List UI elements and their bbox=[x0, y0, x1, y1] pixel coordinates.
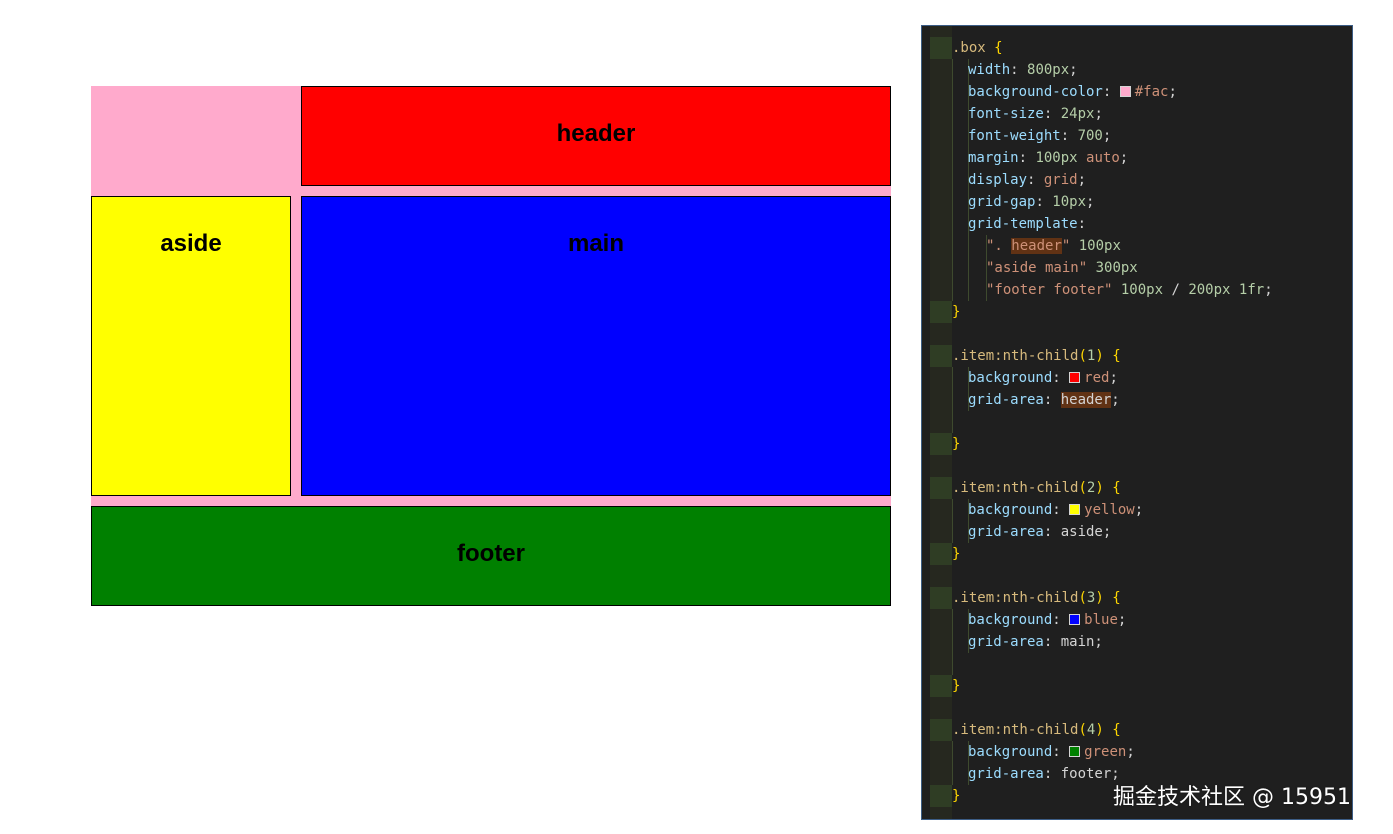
code-line: } bbox=[922, 301, 1352, 323]
color-swatch[interactable] bbox=[1069, 614, 1081, 625]
code-line: "footer footer" 100px / 200px 1fr; bbox=[922, 279, 1352, 301]
code-line: .item:nth-child(2) { bbox=[922, 477, 1352, 499]
code-line: .box { bbox=[922, 37, 1352, 59]
code-line: background-color: #fac; bbox=[922, 81, 1352, 103]
code-line: } bbox=[922, 675, 1352, 697]
grid-item-aside: aside bbox=[91, 196, 291, 496]
grid-item-header: header bbox=[301, 86, 891, 186]
code-line: font-size: 24px; bbox=[922, 103, 1352, 125]
indent-guide bbox=[952, 191, 953, 213]
indent-guide bbox=[952, 235, 953, 257]
grid-item-footer: footer bbox=[91, 506, 891, 606]
indent-guide bbox=[952, 609, 953, 631]
blank-line bbox=[922, 653, 1352, 675]
code-line: .item:nth-child(1) { bbox=[922, 345, 1352, 367]
line-highlight bbox=[930, 675, 952, 697]
line-highlight bbox=[930, 785, 952, 807]
indent-guide bbox=[952, 411, 953, 433]
color-swatch[interactable] bbox=[1069, 372, 1081, 383]
watermark: 掘金技术社区 @ 15951 bbox=[1113, 785, 1351, 810]
code-line: width: 800px; bbox=[922, 59, 1352, 81]
indent-guide bbox=[952, 741, 953, 763]
code-line: grid-template: bbox=[922, 213, 1352, 235]
line-highlight bbox=[930, 345, 952, 367]
color-swatch[interactable] bbox=[1119, 86, 1131, 97]
indent-guide bbox=[952, 631, 953, 653]
code-line: background: green; bbox=[922, 741, 1352, 763]
color-swatch[interactable] bbox=[1069, 504, 1081, 515]
code-line: margin: 100px auto; bbox=[922, 147, 1352, 169]
color-swatch[interactable] bbox=[1069, 746, 1081, 757]
code-line: grid-gap: 10px; bbox=[922, 191, 1352, 213]
indent-guide bbox=[968, 279, 969, 301]
code-lines: .box {width: 800px; background-color: #fa… bbox=[922, 37, 1352, 807]
code-line: background: blue; bbox=[922, 609, 1352, 631]
code-line: "aside main" 300px bbox=[922, 257, 1352, 279]
code-line: grid-area: aside; bbox=[922, 521, 1352, 543]
code-line: ". header" 100px bbox=[922, 235, 1352, 257]
blank-line bbox=[922, 411, 1352, 433]
indent-guide bbox=[952, 213, 953, 235]
code-line: display: grid; bbox=[922, 169, 1352, 191]
line-highlight bbox=[930, 37, 952, 59]
indent-guide bbox=[952, 125, 953, 147]
grid-item-main: main bbox=[301, 196, 891, 496]
indent-guide bbox=[952, 653, 953, 675]
code-line: } bbox=[922, 543, 1352, 565]
indent-guide bbox=[952, 103, 953, 125]
indent-guide bbox=[968, 257, 969, 279]
indent-guide bbox=[952, 147, 953, 169]
grid-container: header aside main footer bbox=[91, 86, 891, 606]
code-line: .item:nth-child(3) { bbox=[922, 587, 1352, 609]
indent-guide bbox=[952, 521, 953, 543]
code-line: } bbox=[922, 433, 1352, 455]
code-line: background: red; bbox=[922, 367, 1352, 389]
indent-guide bbox=[952, 763, 953, 785]
indent-guide bbox=[952, 389, 953, 411]
line-highlight bbox=[930, 433, 952, 455]
line-highlight bbox=[930, 301, 952, 323]
line-highlight bbox=[930, 543, 952, 565]
indent-guide bbox=[968, 235, 969, 257]
code-line: grid-area: main; bbox=[922, 631, 1352, 653]
indent-guide bbox=[952, 81, 953, 103]
indent-guide bbox=[952, 499, 953, 521]
indent-guide bbox=[952, 59, 953, 81]
indent-guide bbox=[952, 279, 953, 301]
indent-guide bbox=[952, 169, 953, 191]
line-highlight bbox=[930, 477, 952, 499]
line-highlight bbox=[930, 587, 952, 609]
indent-guide bbox=[952, 257, 953, 279]
code-line: grid-area: header; bbox=[922, 389, 1352, 411]
line-highlight bbox=[930, 719, 952, 741]
code-line: .item:nth-child(4) { bbox=[922, 719, 1352, 741]
code-line: font-weight: 700; bbox=[922, 125, 1352, 147]
code-line: background: yellow; bbox=[922, 499, 1352, 521]
indent-guide bbox=[952, 367, 953, 389]
code-editor-panel[interactable]: .box {width: 800px; background-color: #fa… bbox=[921, 25, 1353, 820]
